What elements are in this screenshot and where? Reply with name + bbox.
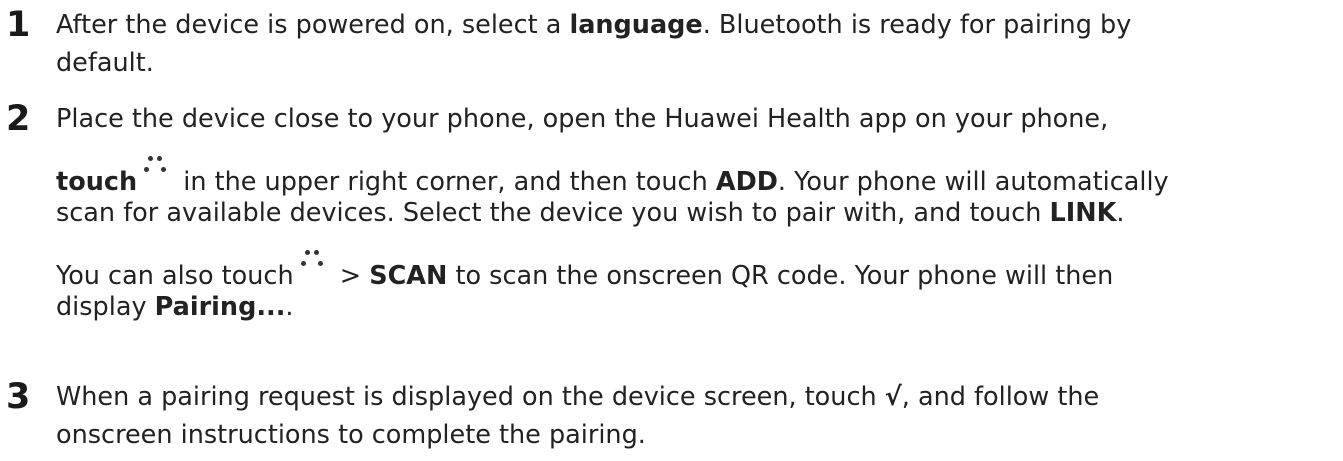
text-run: > xyxy=(331,261,370,291)
text-line: Place the device close to your phone, op… xyxy=(56,100,1343,138)
text-run: to scan the onscreen QR code. Your phone… xyxy=(447,261,1114,291)
bold-term-scan: SCAN xyxy=(369,261,448,291)
more-dots-icon xyxy=(298,250,326,266)
more-dots-icon xyxy=(141,156,169,172)
step-number: 1 xyxy=(6,5,31,45)
step-2-text: Place the device close to your phone, op… xyxy=(56,100,1343,326)
step-number: 2 xyxy=(6,99,31,139)
text-line: When a pairing request is displayed on t… xyxy=(56,378,1343,416)
text-run: Place the device close to your phone, op… xyxy=(56,104,1109,134)
step-1-text: After the device is powered on, select a… xyxy=(56,6,1343,82)
document-page: 1 After the device is powered on, select… xyxy=(0,0,1343,461)
bold-term-add: ADD xyxy=(715,167,778,197)
text-run: After the device is powered on, select a xyxy=(56,10,570,40)
text-run: . Bluetooth is ready for pairing by xyxy=(702,10,1132,40)
text-run: You can also touch xyxy=(56,261,294,291)
text-line: onscreen instructions to complete the pa… xyxy=(56,416,1343,454)
text-run: , and follow the xyxy=(901,382,1100,412)
text-run: display xyxy=(56,292,155,322)
text-line: display Pairing.... xyxy=(56,288,1343,326)
check-mark-symbol: √ xyxy=(884,382,902,412)
text-run: in the upper right corner, and then touc… xyxy=(175,167,716,197)
text-run: When a pairing request is displayed on t… xyxy=(56,382,885,412)
bold-term-language: language xyxy=(569,10,703,40)
bold-term-pairing: Pairing... xyxy=(154,292,286,322)
text-line: After the device is powered on, select a… xyxy=(56,6,1343,44)
text-line: scan for available devices. Select the d… xyxy=(56,194,1343,232)
text-line: touch in the upper right corner, and the… xyxy=(56,156,1343,197)
step-3-text: When a pairing request is displayed on t… xyxy=(56,378,1343,454)
text-run: default. xyxy=(56,48,154,78)
bold-term-link: LINK xyxy=(1049,198,1117,228)
step-number: 3 xyxy=(6,377,31,417)
text-run: onscreen instructions to complete the pa… xyxy=(56,420,646,450)
text-run: . Your phone will automatically xyxy=(777,167,1169,197)
text-line: You can also touch > SCAN to scan the on… xyxy=(56,250,1343,291)
text-line: default. xyxy=(56,44,1343,82)
text-run: . xyxy=(1116,198,1125,228)
text-run: scan for available devices. Select the d… xyxy=(56,198,1050,228)
bold-term-touch: touch xyxy=(56,167,138,197)
text-run: . xyxy=(285,292,294,322)
